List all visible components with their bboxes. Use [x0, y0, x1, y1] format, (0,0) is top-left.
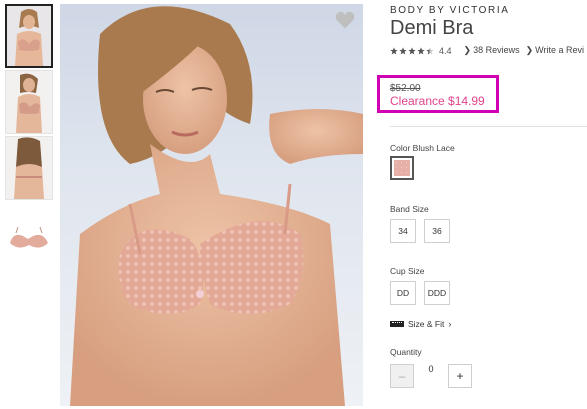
write-review-link[interactable]: ❯ Write a Revi: [526, 45, 584, 56]
size-fit-label: Size & Fit: [408, 319, 445, 329]
brand-name: BODY BY VICTORIA: [390, 5, 510, 16]
band-size-label: Band Size: [390, 204, 429, 214]
star-rating: [390, 46, 434, 55]
bra-product-image: [6, 203, 52, 265]
quantity-value: 0: [428, 364, 434, 374]
rating-row: 4.4 ❯ 38 Reviews ❯ Write a Revi: [390, 45, 584, 56]
color-label: Color Blush Lace: [390, 143, 455, 153]
star-icon: [426, 46, 434, 54]
cup-size-option-dd[interactable]: DD: [390, 281, 416, 305]
original-price: $52.00: [390, 83, 421, 94]
divider: [390, 126, 587, 127]
reviews-link[interactable]: ❯ 38 Reviews: [464, 45, 520, 56]
heart-icon[interactable]: [335, 10, 355, 30]
thumbnail-product[interactable]: [5, 202, 53, 266]
size-fit-link[interactable]: Size & Fit ›: [390, 319, 453, 329]
star-icon: [408, 46, 416, 54]
product-title: Demi Bra: [390, 17, 474, 39]
cup-size-label: Cup Size: [390, 266, 425, 276]
chevron-right-icon: ›: [448, 319, 452, 329]
star-icon: [417, 46, 425, 54]
main-product-image[interactable]: [60, 4, 363, 406]
model-front-image: [7, 6, 51, 66]
band-size-option-34[interactable]: 34: [390, 219, 416, 243]
thumbnail-back[interactable]: [5, 136, 53, 200]
quantity-decrement-button[interactable]: –: [390, 364, 414, 388]
quantity-increment-button[interactable]: +: [448, 364, 472, 388]
model-back-image: [6, 137, 52, 199]
product-info-panel: BODY BY VICTORIA Demi Bra 4.4 ❯ 38 Review…: [377, 0, 587, 409]
star-icon: [390, 46, 398, 54]
quantity-label: Quantity: [390, 347, 422, 357]
thumbnail-side[interactable]: [5, 70, 53, 134]
thumbnail-front[interactable]: [5, 4, 53, 68]
band-size-option-36[interactable]: 36: [424, 219, 450, 243]
model-photo: [70, 6, 363, 406]
chevron-right-icon: ❯: [525, 45, 534, 55]
reviews-label: 38 Reviews: [473, 45, 520, 55]
chevron-right-icon: ❯: [463, 45, 472, 55]
color-swatch-blush-lace[interactable]: [390, 156, 414, 180]
cup-size-option-ddd[interactable]: DDD: [424, 281, 450, 305]
star-icon: [399, 46, 407, 54]
write-review-label: Write a Revi: [535, 45, 584, 55]
sale-price: Clearance $14.99: [390, 94, 485, 108]
model-side-image: [6, 71, 52, 133]
swatch-fill: [394, 160, 410, 176]
rating-value: 4.4: [439, 45, 452, 56]
measuring-tape-icon: [390, 321, 404, 327]
